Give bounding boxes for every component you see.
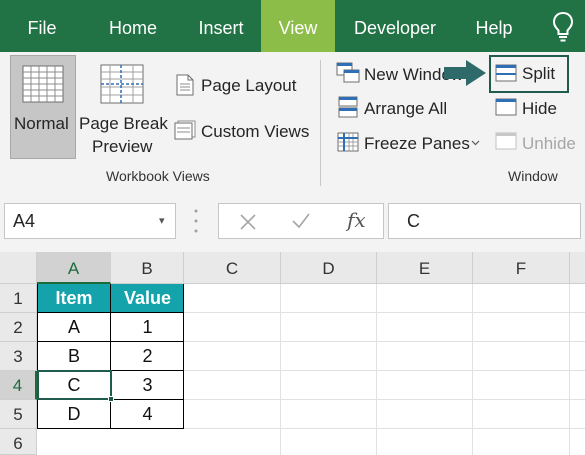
freeze-panes-icon[interactable] xyxy=(337,132,359,152)
custom-views-icon[interactable] xyxy=(174,120,196,140)
normal-view-icon xyxy=(22,65,64,103)
name-box-value: A4 xyxy=(13,211,36,231)
gridline xyxy=(569,284,570,455)
fill-handle[interactable] xyxy=(108,396,114,402)
table-border xyxy=(110,284,111,429)
select-all-corner[interactable] xyxy=(0,252,37,284)
row-header-4[interactable]: 4 xyxy=(0,371,37,400)
gridline xyxy=(472,284,473,455)
unhide-icon xyxy=(495,132,517,150)
pointer-arrow-icon xyxy=(444,60,486,86)
tab-file[interactable]: File xyxy=(0,0,84,52)
formula-bar-grip-icon[interactable] xyxy=(194,207,198,235)
page-layout-button[interactable]: Page Layout xyxy=(201,76,296,96)
new-window-icon[interactable] xyxy=(336,62,360,84)
column-header-partial[interactable] xyxy=(570,252,585,284)
table-border xyxy=(183,284,184,429)
arrange-all-icon[interactable] xyxy=(338,96,358,118)
active-cell-outline xyxy=(37,370,112,400)
page-break-preview-icon[interactable] xyxy=(100,64,144,104)
table-cell[interactable]: A xyxy=(37,313,111,342)
table-header-value[interactable]: Value xyxy=(111,284,184,313)
column-header-b[interactable]: B xyxy=(111,252,184,284)
custom-views-button[interactable]: Custom Views xyxy=(201,122,309,142)
x-icon[interactable] xyxy=(239,213,257,231)
gridline xyxy=(376,284,377,455)
hide-button[interactable]: Hide xyxy=(522,99,557,119)
name-box[interactable]: A4 ▾ xyxy=(4,203,176,239)
window-group-label: Window xyxy=(508,168,558,184)
page-break-preview-label-line2[interactable]: Preview xyxy=(92,137,152,157)
table-cell[interactable]: 1 xyxy=(111,313,184,342)
gridline xyxy=(280,284,281,455)
split-icon xyxy=(495,64,517,82)
row-header-2[interactable]: 2 xyxy=(0,313,37,342)
row-header-6[interactable]: 6 xyxy=(0,429,37,455)
formula-bar: A4 ▾ fx C xyxy=(0,192,585,252)
column-header-c[interactable]: C xyxy=(184,252,281,284)
table-cell[interactable]: 4 xyxy=(111,400,184,429)
tab-insert[interactable]: Insert xyxy=(182,0,260,52)
formula-input[interactable]: C xyxy=(388,203,581,239)
ribbon-tab-bar: File Home Insert View Developer Help xyxy=(0,0,585,52)
row-header-1[interactable]: 1 xyxy=(0,284,37,313)
tab-help[interactable]: Help xyxy=(455,0,533,52)
page-layout-icon[interactable] xyxy=(176,74,194,96)
tab-view[interactable]: View xyxy=(261,0,335,52)
worksheet-grid[interactable]: A B C D E F 1 2 3 4 5 6 Item Value A 1 B… xyxy=(0,252,585,455)
lightbulb-icon[interactable] xyxy=(550,10,576,44)
table-cell[interactable]: 2 xyxy=(111,342,184,371)
insert-function-button[interactable]: fx xyxy=(347,208,366,232)
table-cell[interactable]: 3 xyxy=(111,371,184,400)
normal-view-label: Normal xyxy=(14,114,69,133)
column-header-a[interactable]: A xyxy=(37,252,111,284)
column-header-d[interactable]: D xyxy=(281,252,377,284)
column-header-e[interactable]: E xyxy=(377,252,473,284)
table-border xyxy=(37,341,184,342)
split-label: Split xyxy=(522,64,556,83)
table-cell[interactable]: D xyxy=(37,400,111,429)
name-box-dropdown-icon[interactable]: ▾ xyxy=(159,214,165,227)
unhide-button: Unhide xyxy=(522,134,576,153)
table-border xyxy=(37,284,38,429)
column-header-f[interactable]: F xyxy=(473,252,570,284)
table-header-item[interactable]: Item xyxy=(37,284,111,313)
table-cell[interactable]: B xyxy=(37,342,111,371)
group-divider xyxy=(320,60,321,186)
page-break-preview-label-line1[interactable]: Page Break xyxy=(79,114,168,134)
workbook-views-group-label: Workbook Views xyxy=(106,168,210,184)
ribbon: Normal Page Break Preview Page Layout Cu… xyxy=(0,52,585,192)
tab-home[interactable]: Home xyxy=(84,0,182,52)
table-border xyxy=(37,312,184,313)
chevron-down-icon[interactable] xyxy=(471,140,480,146)
arrange-all-button[interactable]: Arrange All xyxy=(364,99,447,119)
table-border xyxy=(37,428,184,429)
formula-buttons: fx xyxy=(218,203,384,239)
formula-input-value: C xyxy=(407,211,420,231)
freeze-panes-button[interactable]: Freeze Panes xyxy=(364,134,470,154)
tab-developer[interactable]: Developer xyxy=(335,0,455,52)
row-header-5[interactable]: 5 xyxy=(0,400,37,429)
checkmark-icon[interactable] xyxy=(291,212,311,230)
row-header-3[interactable]: 3 xyxy=(0,342,37,371)
hide-icon[interactable] xyxy=(495,98,517,116)
